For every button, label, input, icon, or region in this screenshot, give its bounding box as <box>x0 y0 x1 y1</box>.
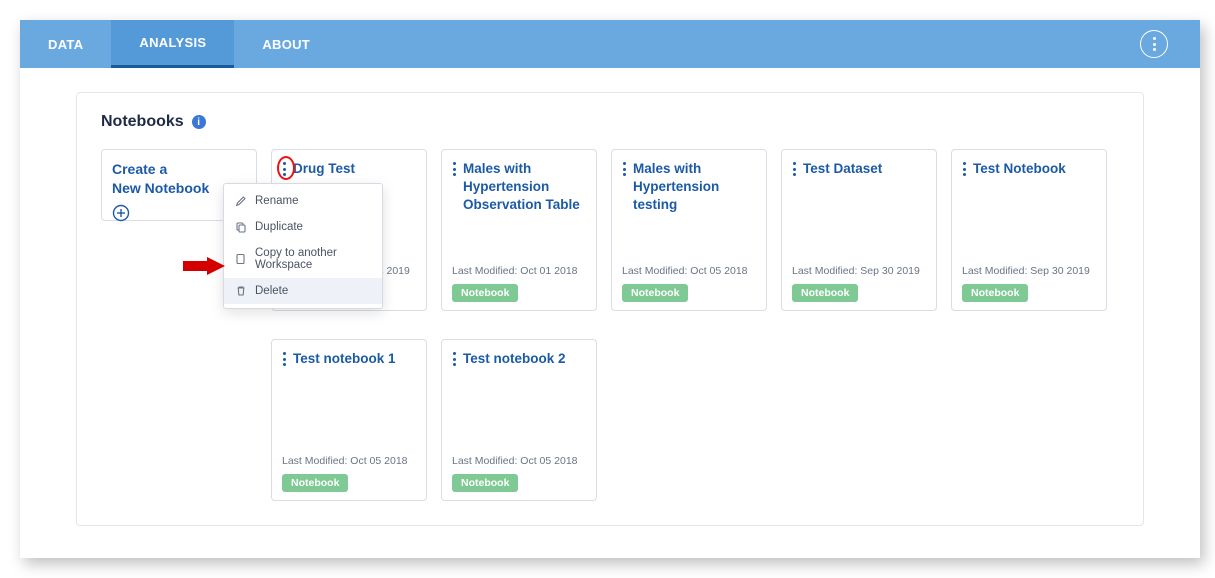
notebook-card[interactable]: Test notebook 2 Last Modified: Oct 05 20… <box>441 339 597 501</box>
last-modified: Last Modified: Oct 05 2018 <box>452 455 586 467</box>
notebook-card[interactable]: Test notebook 1 Last Modified: Oct 05 20… <box>271 339 427 501</box>
notebook-title: Test notebook 1 <box>293 350 416 368</box>
top-nav: DATA ANALYSIS ABOUT <box>20 20 1200 68</box>
type-badge: Notebook <box>962 284 1028 302</box>
menu-label: Delete <box>255 285 288 297</box>
notebook-title: Drug Test <box>293 160 416 178</box>
card-menu-trigger[interactable] <box>792 160 797 178</box>
menu-label: Duplicate <box>255 221 303 233</box>
last-modified: Last Modified: Sep 30 2019 <box>792 265 926 277</box>
card-menu-trigger[interactable] <box>282 350 287 368</box>
copy-icon <box>235 253 247 265</box>
last-modified: Last Modified: Oct 05 2018 <box>282 455 416 467</box>
notebook-card[interactable]: Males with Hypertension testing Last Mod… <box>611 149 767 311</box>
notebook-title: Males with Hypertension Observation Tabl… <box>463 160 586 215</box>
type-badge: Notebook <box>452 474 518 492</box>
tab-about[interactable]: ABOUT <box>234 20 338 68</box>
content: Notebooks i Create aNew Notebook <box>20 68 1200 558</box>
annotation-arrow <box>183 257 225 275</box>
notebook-card[interactable]: Test Dataset Last Modified: Sep 30 2019 … <box>781 149 937 311</box>
type-badge: Notebook <box>792 284 858 302</box>
pencil-icon <box>235 195 247 207</box>
section-title: Notebooks <box>101 113 184 131</box>
notebook-card[interactable]: Males with Hypertension Observation Tabl… <box>441 149 597 311</box>
menu-delete[interactable]: Delete <box>224 278 382 304</box>
more-vertical-icon <box>1153 37 1156 51</box>
card-context-menu: Rename Duplicate Copy to another Workspa… <box>223 183 383 309</box>
app-shell: DATA ANALYSIS ABOUT Notebooks i Create a… <box>20 20 1200 558</box>
menu-duplicate[interactable]: Duplicate <box>224 214 382 240</box>
type-badge: Notebook <box>452 284 518 302</box>
info-icon[interactable]: i <box>192 115 206 129</box>
notebook-title: Test Notebook <box>973 160 1096 178</box>
type-badge: Notebook <box>622 284 688 302</box>
menu-rename[interactable]: Rename <box>224 188 382 214</box>
menu-label: Rename <box>255 195 298 207</box>
panel-heading: Notebooks i <box>101 113 1119 131</box>
duplicate-icon <box>235 221 247 233</box>
card-menu-trigger[interactable] <box>452 160 457 178</box>
notebook-title: Test notebook 2 <box>463 350 586 368</box>
menu-copy-workspace[interactable]: Copy to another Workspace <box>224 240 382 278</box>
page-more-button[interactable] <box>1140 30 1168 58</box>
card-menu-trigger[interactable] <box>282 160 287 178</box>
card-menu-trigger[interactable] <box>962 160 967 178</box>
notebook-card[interactable]: Test Notebook Last Modified: Sep 30 2019… <box>951 149 1107 311</box>
last-modified: Last Modified: Oct 05 2018 <box>622 265 756 277</box>
card-menu-trigger[interactable] <box>452 350 457 368</box>
notebook-grid: Create aNew Notebook Drug Test <box>101 149 1119 501</box>
last-modified: Last Modified: Oct 01 2018 <box>452 265 586 277</box>
notebook-card-wrapper: Drug Test Last Modified: Sep 04 2019 Not… <box>271 149 427 311</box>
grid-spacer <box>101 339 257 501</box>
type-badge: Notebook <box>282 474 348 492</box>
notebook-title: Test Dataset <box>803 160 926 178</box>
notebooks-panel: Notebooks i Create aNew Notebook <box>76 92 1144 526</box>
tab-analysis[interactable]: ANALYSIS <box>111 20 234 68</box>
menu-label: Copy to another Workspace <box>255 247 371 271</box>
notebook-title: Males with Hypertension testing <box>633 160 756 215</box>
card-menu-trigger[interactable] <box>622 160 627 178</box>
tab-data[interactable]: DATA <box>20 20 111 68</box>
last-modified: Last Modified: Sep 30 2019 <box>962 265 1096 277</box>
trash-icon <box>235 285 247 297</box>
